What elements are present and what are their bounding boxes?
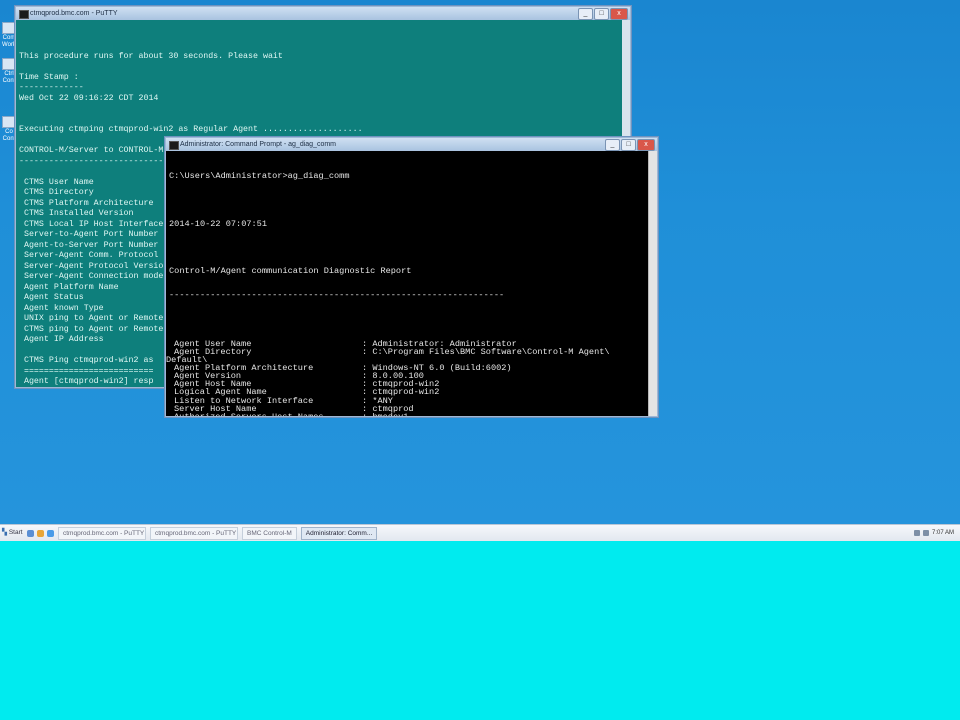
maximize-button[interactable]: □ xyxy=(594,8,609,20)
putty-output-line xyxy=(16,115,630,126)
explorer-icon[interactable] xyxy=(37,529,44,537)
putty-output-line xyxy=(16,104,630,115)
command-prompt-window[interactable]: Administrator: Command Prompt - ag_diag_… xyxy=(165,137,658,417)
windows-logo-icon: ▚ xyxy=(2,529,7,536)
cmd-report-rows: Agent User Name: Administrator: Administ… xyxy=(166,340,657,416)
putty-output-line: ------------- xyxy=(19,83,84,92)
shortcut-icon xyxy=(2,116,16,128)
show-desktop-icon[interactable] xyxy=(27,529,34,537)
cmd-separator: ----------------------------------------… xyxy=(169,290,505,301)
desktop-icon-label: Ctrl Cont xyxy=(2,71,16,84)
shortcut-icon xyxy=(2,58,16,70)
cmd-row-label: Authorized Servers Host Names xyxy=(169,412,362,416)
terminal-icon xyxy=(19,10,29,19)
putty-output-line: Executing ctmping ctmqprod-win2 as Regul… xyxy=(19,125,363,134)
putty-titlebar[interactable]: ctmqprod.bmc.com - PuTTY _ □ x xyxy=(16,7,630,20)
cmd-prompt-line: C:\Users\Administrator>ag_diag_comm xyxy=(169,171,350,182)
desktop: Com Work Ctrl Cont Co Conf ctmqprod.bmc.… xyxy=(0,0,960,524)
putty-output-line: Time Stamp : xyxy=(19,72,79,82)
taskbar-item-putty-2[interactable]: ctmqprod.bmc.com - PuTTY xyxy=(150,526,238,540)
computer-icon xyxy=(2,22,16,34)
desktop-icon-label: Com Work xyxy=(2,35,16,48)
taskbar-item-putty-1[interactable]: ctmqprod.bmc.com - PuTTY xyxy=(58,526,146,540)
putty-output-line: Wed Oct 22 09:16:22 CDT 2014 xyxy=(19,93,159,103)
network-icon[interactable] xyxy=(913,530,920,536)
desktop-icon-computer[interactable]: Com Work xyxy=(2,22,16,48)
taskbar-item-label: BMC Control-M xyxy=(247,529,292,537)
taskbar-item-label: Administrator: Comm... xyxy=(305,529,373,537)
minimize-button[interactable]: _ xyxy=(578,8,593,20)
close-button[interactable]: x xyxy=(637,139,655,151)
taskbar-item-controlm[interactable]: BMC Control-M xyxy=(242,526,297,540)
cmd-row-value: C:\Program Files\BMC Software\Control-M … xyxy=(372,346,610,357)
putty-output-line: This procedure runs for about 30 seconds… xyxy=(19,51,283,61)
start-label: Start xyxy=(8,529,23,536)
cmd-terminal-output[interactable]: C:\Users\Administrator>ag_diag_comm 2014… xyxy=(166,151,657,416)
desktop-icon-label: Co Conf xyxy=(2,129,16,142)
putty-output-line xyxy=(16,41,630,52)
clock[interactable]: 7:07 AM xyxy=(932,530,954,536)
cmd-row-value: bmcdev1 xyxy=(372,412,408,416)
taskbar-item-cmd[interactable]: Administrator: Comm... xyxy=(300,526,378,540)
cmd-titlebar[interactable]: Administrator: Command Prompt - ag_diag_… xyxy=(166,138,657,151)
lower-background xyxy=(0,541,960,720)
desktop-icon-shortcut-2[interactable]: Co Conf xyxy=(2,116,16,142)
cmd-report-row: Agent Directory: C:\Program Files\BMC So… xyxy=(166,346,657,357)
close-button[interactable]: x xyxy=(610,8,628,20)
cmd-icon xyxy=(169,141,179,150)
taskbar-item-label: ctmqprod.bmc.com - PuTTY xyxy=(155,529,237,537)
start-button[interactable]: ▚ Start xyxy=(2,527,24,539)
cmd-report-title: Control-M/Agent communication Diagnostic… xyxy=(169,266,412,277)
browser-icon[interactable] xyxy=(47,529,54,537)
putty-title: ctmqprod.bmc.com - PuTTY xyxy=(30,10,118,17)
cmd-title: Administrator: Command Prompt - ag_diag_… xyxy=(180,141,337,148)
desktop-icon-shortcut-1[interactable]: Ctrl Cont xyxy=(2,58,16,84)
minimize-button[interactable]: _ xyxy=(605,139,620,151)
cmd-scrollbar[interactable] xyxy=(648,151,657,416)
volume-icon[interactable] xyxy=(922,530,929,536)
maximize-button[interactable]: □ xyxy=(621,139,636,151)
putty-output-line xyxy=(16,62,630,73)
system-tray: 7:07 AM xyxy=(913,530,960,536)
taskbar-item-label: ctmqprod.bmc.com - PuTTY xyxy=(63,529,145,537)
cmd-timestamp: 2014-10-22 07:07:51 xyxy=(169,218,267,229)
taskbar: ▚ Start ctmqprod.bmc.com - PuTTY ctmqpro… xyxy=(0,524,960,541)
